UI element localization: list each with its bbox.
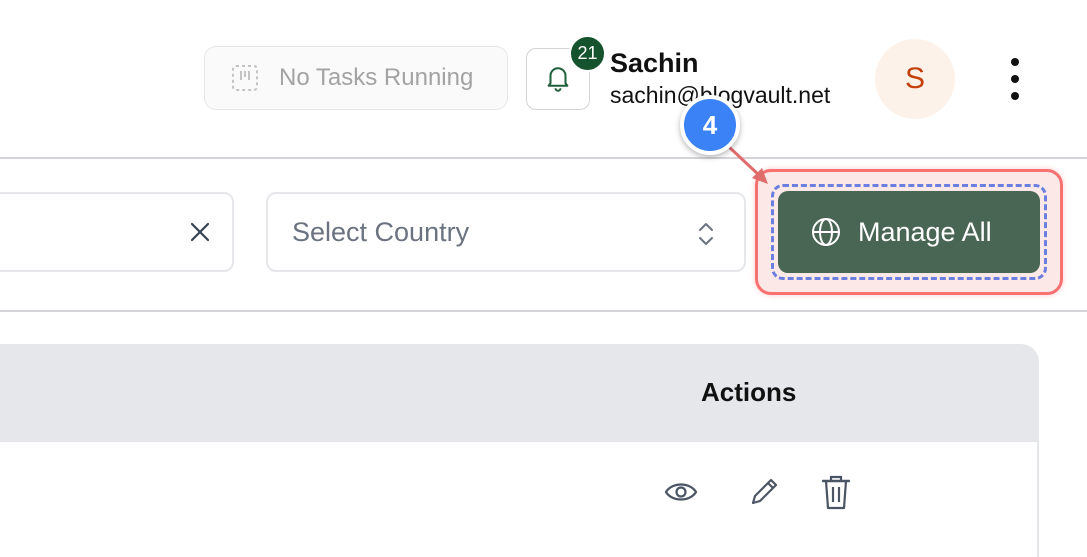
eye-icon[interactable] [663, 472, 699, 512]
bell-icon [543, 62, 573, 97]
country-select[interactable]: Select Country [266, 192, 746, 272]
column-header-actions: Actions [701, 377, 797, 407]
close-icon[interactable] [188, 220, 212, 244]
manage-all-label: Manage All [858, 216, 992, 247]
country-select-placeholder: Select Country [292, 216, 470, 247]
table-row [0, 442, 1039, 557]
avatar[interactable]: S [875, 39, 955, 119]
tasks-icon [231, 64, 259, 92]
user-name: Sachin [610, 48, 699, 78]
tasks-status-label: No Tasks Running [279, 64, 474, 91]
table-header [0, 344, 1039, 442]
step-number-marker: 4 [680, 95, 740, 155]
header-divider [0, 157, 1087, 159]
trash-icon[interactable] [818, 472, 854, 512]
manage-all-button[interactable]: Manage All [778, 191, 1040, 273]
tasks-status-pill[interactable]: No Tasks Running [204, 46, 508, 110]
chevron-up-down-icon [696, 220, 716, 248]
notification-count-badge: 21 [569, 35, 606, 72]
pencil-icon[interactable] [746, 472, 782, 512]
filters-divider [0, 310, 1087, 312]
globe-icon [810, 216, 842, 248]
search-input[interactable] [0, 192, 234, 272]
step-arrow-icon [726, 144, 768, 184]
page: No Tasks Running 21 Sachin sachin@blogva… [0, 0, 1087, 557]
more-options-icon[interactable] [1003, 58, 1027, 100]
